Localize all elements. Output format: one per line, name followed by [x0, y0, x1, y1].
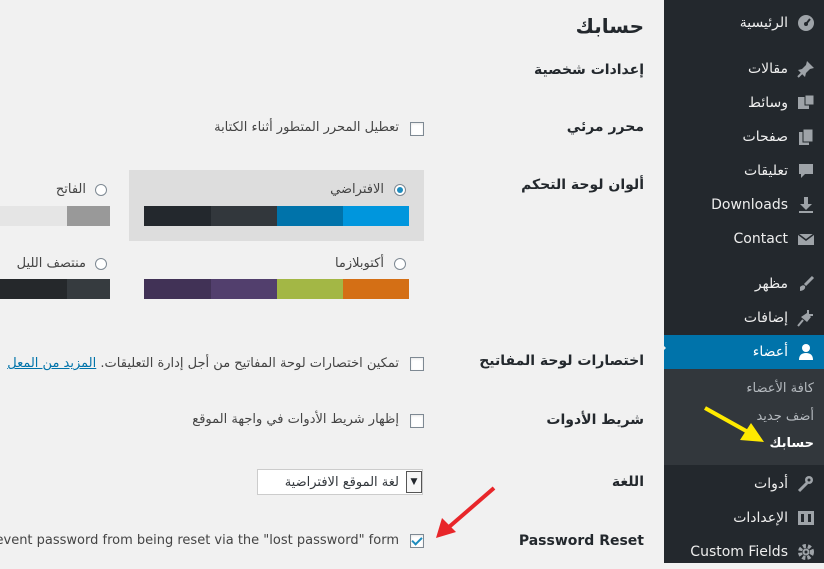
- sidebar-item-label: أدوات: [754, 476, 788, 492]
- submenu-item-all-users[interactable]: كافة الأعضاء: [746, 381, 814, 396]
- sidebar-item-label: الرئيسية: [739, 15, 788, 31]
- sidebar-item-label: تعليقات: [743, 163, 788, 179]
- tools-icon: [796, 474, 816, 494]
- sidebar-item-label: Contact: [733, 231, 788, 247]
- sidebar-item-tools[interactable]: أدوات: [664, 467, 824, 501]
- submenu-item-add-new[interactable]: أضف جديد: [756, 409, 814, 424]
- submenu-item-your-profile[interactable]: حسابك: [770, 436, 814, 451]
- sidebar-item-comments[interactable]: تعليقات: [664, 154, 824, 188]
- sidebar-item-settings[interactable]: الإعدادات: [664, 501, 824, 535]
- pages-icon: [796, 127, 816, 147]
- main-content: حسابك إعدادات شخصية محرر مرئي تعطيل المح…: [0, 0, 664, 563]
- users-submenu: كافة الأعضاء أضف جديد حسابك: [664, 369, 824, 465]
- comments-icon: [796, 161, 816, 181]
- sidebar-item-custom-fields[interactable]: Custom Fields: [664, 535, 824, 569]
- sidebar-item-dashboard[interactable]: الرئيسية: [664, 6, 824, 40]
- sidebar-item-label: مقالات: [747, 61, 788, 77]
- settings-icon: [796, 508, 816, 528]
- current-menu-pointer: [658, 340, 666, 356]
- plugin-icon: [796, 308, 816, 328]
- sidebar-item-label: صفحات: [742, 129, 788, 145]
- download-icon: [796, 195, 816, 215]
- admin-sidebar: الرئيسية مقالات وسائط صفحات تعليقات Down…: [658, 0, 824, 563]
- sidebar-item-pages[interactable]: صفحات: [664, 120, 824, 154]
- sidebar-item-downloads[interactable]: Downloads: [664, 188, 824, 222]
- users-icon: [796, 342, 816, 362]
- sidebar-item-label: أعضاء: [752, 344, 788, 360]
- sidebar-item-label: الإعدادات: [733, 510, 788, 526]
- pin-icon: [796, 59, 816, 79]
- dashboard-icon: [796, 13, 816, 33]
- sidebar-item-media[interactable]: وسائط: [664, 86, 824, 120]
- gear-icon: [796, 542, 816, 562]
- sidebar-item-appearance[interactable]: مظهر: [664, 267, 824, 301]
- sidebar-item-contact[interactable]: Contact: [664, 222, 824, 256]
- sidebar-item-label: إضافات: [743, 310, 788, 326]
- sidebar-item-label: مظهر: [754, 276, 788, 292]
- sidebar-item-posts[interactable]: مقالات: [664, 52, 824, 86]
- mail-icon: [796, 229, 816, 249]
- brush-icon: [796, 274, 816, 294]
- sidebar-item-label: وسائط: [748, 95, 788, 111]
- sidebar-item-plugins[interactable]: إضافات: [664, 301, 824, 335]
- media-icon: [796, 93, 816, 113]
- sidebar-item-label: Custom Fields: [690, 544, 788, 560]
- sidebar-item-users[interactable]: أعضاء: [664, 335, 824, 369]
- sidebar-item-label: Downloads: [711, 197, 788, 213]
